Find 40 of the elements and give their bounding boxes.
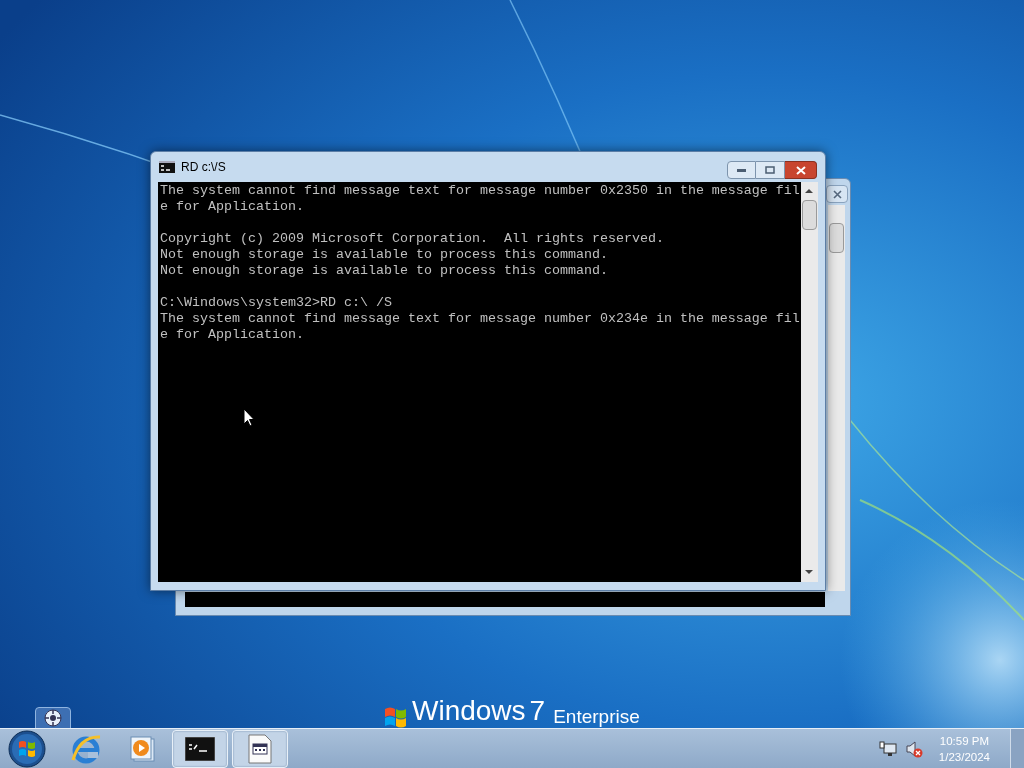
taskbar-button[interactable]: [172, 729, 228, 768]
volume-muted-icon[interactable]: [904, 739, 923, 758]
minimize-icon: [737, 168, 746, 172]
browser-icon: [70, 733, 102, 764]
clock-date: 1/23/2024: [938, 749, 990, 765]
brand-edition: Enterprise: [553, 706, 640, 728]
console-line: C:\Windows\system32>RD c:\ /S: [160, 295, 392, 311]
console-line: Copyright (c) 2009 Microsoft Corporation. All rights reserved.: [160, 231, 664, 247]
console-line: Not enough storage is available to process this command.: [160, 263, 608, 279]
gadget-button[interactable]: [35, 707, 71, 729]
console-line: The system cannot find message text for message number 0x2350 in the message fil: [160, 183, 800, 199]
scroll-down-icon[interactable]: [805, 570, 813, 575]
maximize-icon: [765, 166, 775, 174]
window-title: RD c:\/S: [181, 159, 226, 176]
mouse-cursor-icon: [243, 408, 255, 427]
brand-version: 7: [529, 694, 546, 728]
document-icon: [248, 733, 272, 764]
start-button[interactable]: [8, 729, 46, 768]
console-line: The system cannot find message text for message number 0x234e in the message fil: [160, 311, 800, 327]
console-line: e for Application.: [160, 327, 304, 343]
close-button[interactable]: [785, 161, 817, 179]
close-icon: [795, 165, 806, 175]
console-icon: [159, 161, 175, 173]
windows-logo-icon: [384, 706, 408, 728]
scroll-up-icon[interactable]: [805, 188, 813, 193]
taskbar-button[interactable]: [232, 729, 288, 768]
close-button[interactable]: [826, 185, 848, 203]
scrollbar[interactable]: [801, 182, 818, 582]
scroll-thumb[interactable]: [829, 223, 844, 253]
scroll-thumb[interactable]: [802, 200, 817, 230]
media-player-icon: [128, 734, 156, 763]
console-line: Not enough storage is available to process this command.: [160, 247, 608, 263]
scrollbar[interactable]: [828, 205, 845, 591]
network-icon[interactable]: [878, 740, 897, 757]
console-icon: [185, 736, 215, 761]
console-line: e for Application.: [160, 199, 304, 215]
minimize-button[interactable]: [727, 161, 756, 179]
close-icon: [832, 189, 842, 199]
clock-time: 10:59 PM: [939, 733, 990, 749]
brand-name: Windows: [412, 694, 526, 728]
